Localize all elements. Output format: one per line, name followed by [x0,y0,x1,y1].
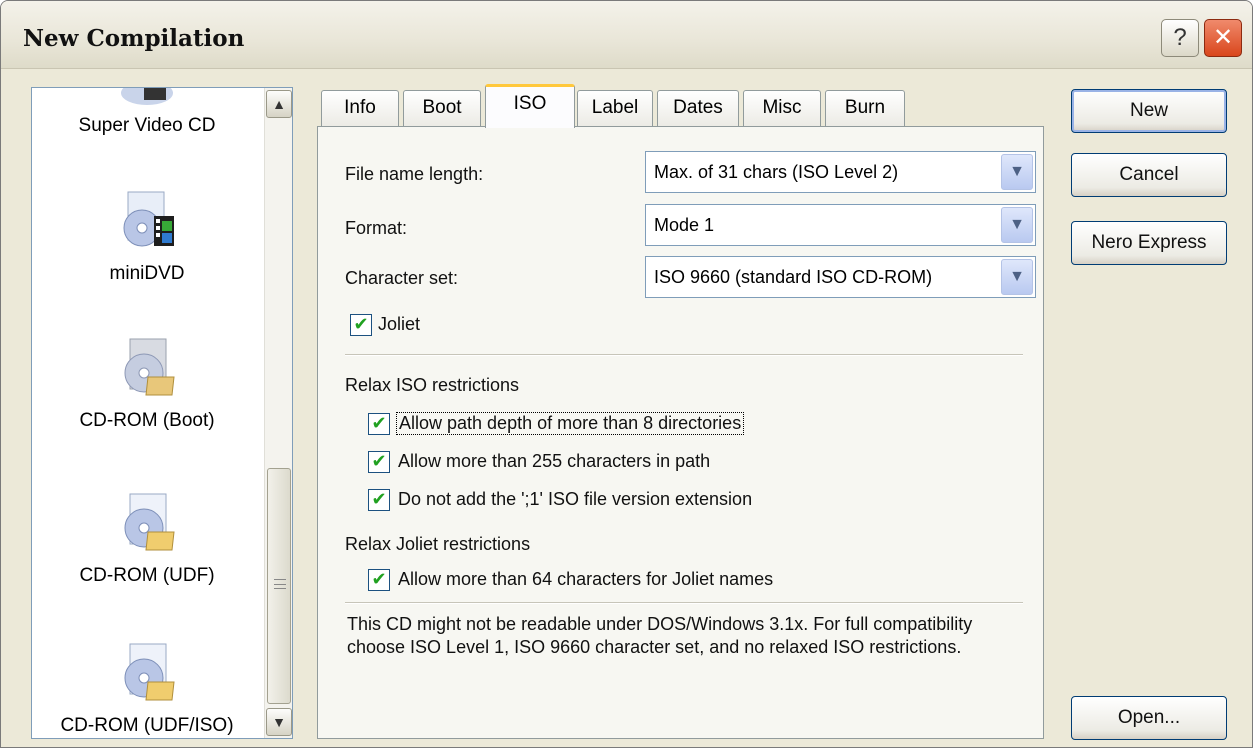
list-scrollbar[interactable]: ▲ ▼ [264,88,292,738]
allow-64-chars-joliet-checkbox[interactable]: ✔ [368,569,390,591]
character-set-value: ISO 9660 (standard ISO CD-ROM) [654,267,933,287]
tab-misc[interactable]: Misc [743,90,821,126]
list-item-label: CD-ROM (UDF/ISO) [60,715,234,736]
new-compilation-dialog: New Compilation ? ✕ Super Video CD miniD… [0,0,1253,748]
format-value: Mode 1 [654,215,715,235]
scroll-down-icon[interactable]: ▼ [266,708,292,736]
title-bar[interactable]: New Compilation ? ✕ [1,1,1252,69]
nero-express-button[interactable]: Nero Express [1071,221,1227,265]
close-button[interactable]: ✕ [1204,19,1242,57]
scroll-up-icon[interactable]: ▲ [266,90,292,118]
allow-255-chars-checkbox[interactable]: ✔ [368,451,390,473]
tab-dates[interactable]: Dates [657,90,739,126]
format-select[interactable]: Mode 1 ▼ [645,204,1036,246]
joliet-checkbox[interactable]: ✔ [350,314,372,336]
minidvd-icon [123,191,174,247]
tab-label[interactable]: Label [577,90,653,126]
file-name-length-select[interactable]: Max. of 31 chars (ISO Level 2) ▼ [645,151,1036,193]
format-label: Format: [345,218,408,238]
joliet-label[interactable]: Joliet [378,314,420,335]
list-item-label: miniDVD [109,263,185,284]
compatibility-note: This CD might not be readable under DOS/… [347,614,973,657]
super-video-cd-icon [121,88,173,105]
list-item-label: CD-ROM (Boot) [79,410,215,431]
iso-settings-panel: File name length: Max. of 31 chars (ISO … [317,126,1044,739]
relax-joliet-heading: Relax Joliet restrictions [345,534,531,554]
list-item-label: Super Video CD [78,115,216,136]
tab-burn[interactable]: Burn [825,90,905,126]
help-button[interactable]: ? [1161,19,1199,57]
no-version-extension-checkbox[interactable]: ✔ [368,489,390,511]
separator [345,602,1023,604]
window-title: New Compilation [23,25,245,52]
allow-255-chars-label[interactable]: Allow more than 255 characters in path [398,451,710,472]
separator [345,354,1023,356]
character-set-select[interactable]: ISO 9660 (standard ISO CD-ROM) ▼ [645,256,1036,298]
allow-64-chars-joliet-label[interactable]: Allow more than 64 characters for Joliet… [398,569,773,590]
cd-rom-boot-icon [124,338,175,396]
cancel-button[interactable]: Cancel [1071,153,1227,197]
chevron-down-icon[interactable]: ▼ [1001,154,1033,190]
file-name-length-label: File name length: [345,164,484,184]
cd-rom-udf-icon [124,493,175,551]
tab-boot[interactable]: Boot [403,90,481,126]
new-button[interactable]: New [1071,89,1227,133]
compilation-type-list[interactable]: Super Video CD miniDVD CD-ROM (Boot) CD-… [31,87,293,739]
scroll-thumb[interactable] [267,468,291,704]
open-button[interactable]: Open... [1071,696,1227,740]
tab-iso[interactable]: ISO [485,84,575,128]
file-name-length-value: Max. of 31 chars (ISO Level 2) [654,162,899,182]
list-item-label: CD-ROM (UDF) [79,565,215,586]
grip-icon [274,579,286,589]
chevron-down-icon[interactable]: ▼ [1001,259,1033,295]
relax-iso-heading: Relax ISO restrictions [345,375,520,395]
allow-path-depth-label[interactable]: Allow path depth of more than 8 director… [396,412,745,435]
tab-info[interactable]: Info [321,90,399,126]
chevron-down-icon[interactable]: ▼ [1001,207,1033,243]
no-version-extension-label[interactable]: Do not add the ';1' ISO file version ext… [398,489,752,510]
allow-path-depth-checkbox[interactable]: ✔ [368,413,390,435]
character-set-label: Character set: [345,268,459,288]
cd-rom-udf-iso-icon [124,643,175,701]
